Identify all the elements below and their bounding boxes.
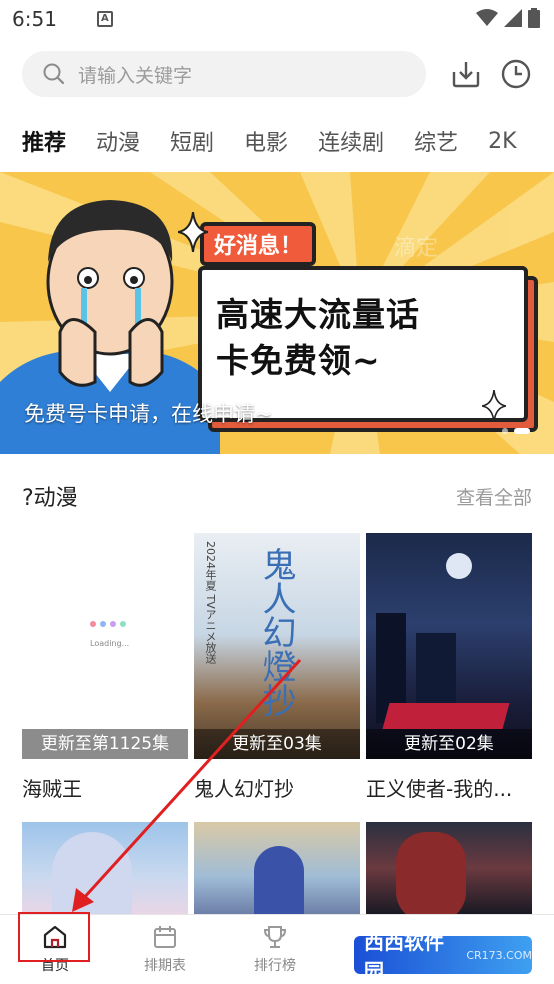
promo-banner[interactable]: 滴定 滴定 高速大流量话 卡免费领~ 好消息！ 免费号卡申请，在线申请~ (0, 172, 554, 454)
character-shape (52, 832, 132, 914)
highlight-box (18, 912, 90, 962)
anime-card[interactable]: 更新至02集 正义使者-我的... (366, 533, 532, 802)
section-header: ?动漫 查看全部 (22, 478, 532, 514)
tab-2k[interactable]: 2K (488, 129, 516, 154)
sparkle-icon-2 (482, 390, 506, 422)
banner-caption: 免费号卡申请，在线申请~ (24, 402, 273, 426)
status-time: 6:51 (12, 7, 57, 31)
notification-icon: A (96, 11, 113, 27)
tab-series[interactable]: 连续剧 (318, 125, 384, 157)
search-input[interactable]: 请输入关键字 (22, 51, 426, 97)
tab-recommend[interactable]: 推荐 (22, 125, 66, 157)
anime-title: 海贼王 (22, 777, 82, 801)
search-placeholder: 请输入关键字 (78, 64, 193, 87)
promo-tag: 好消息！ (200, 222, 317, 266)
poster-sidetext: 2024年夏 TVアニメ放送 (204, 541, 217, 664)
poster-title: 鬼人幻燈抄 (256, 547, 296, 717)
carousel-dot-active (514, 428, 530, 434)
poster-image: Loading... 更新至第1125集 (22, 533, 188, 759)
carousel-indicator (502, 428, 530, 434)
clock-icon (501, 59, 531, 89)
section-title: ?动漫 (22, 486, 78, 511)
promo-headline: 高速大流量话 卡免费领~ (216, 292, 526, 384)
sparkle-icon (178, 212, 208, 252)
calendar-icon (154, 926, 176, 948)
status-icons (476, 8, 540, 28)
anime-card[interactable]: Loading... 更新至第1125集 海贼王 (22, 533, 188, 802)
view-all-link[interactable]: 查看全部 (456, 483, 532, 510)
signal-icon (504, 9, 522, 27)
tab-movie[interactable]: 电影 (244, 125, 288, 157)
tab-anime[interactable]: 动漫 (96, 125, 140, 157)
poster-logo (382, 703, 510, 729)
history-button[interactable] (498, 56, 534, 92)
promo-headline-line1: 高速大流量话 (216, 295, 420, 334)
trophy-icon (263, 926, 287, 948)
character-shape (396, 832, 466, 914)
status-bar: 6:51 A (0, 0, 554, 38)
watermark-logo: 西西软件园 CR173.COM (354, 930, 532, 983)
tab-variety[interactable]: 综艺 (414, 125, 458, 157)
watermark-logo-sub: CR173.COM (466, 948, 532, 962)
update-badge: 更新至03集 (194, 729, 360, 759)
download-button[interactable] (448, 56, 484, 92)
carousel-dot (502, 428, 508, 434)
anime-title: 鬼人幻灯抄 (194, 777, 294, 801)
tab-short-drama[interactable]: 短剧 (170, 125, 214, 157)
battery-icon (528, 8, 540, 28)
anime-card[interactable]: 鬼人幻燈抄 2024年夏 TVアニメ放送 更新至03集 鬼人幻灯抄 (194, 533, 360, 802)
banner-watermark-2: 滴定 (394, 236, 439, 261)
character-shape (254, 846, 304, 914)
update-badge: 更新至02集 (366, 729, 532, 759)
poster-image[interactable] (22, 822, 188, 914)
search-icon (43, 63, 65, 85)
poster-image: 更新至02集 (366, 533, 532, 759)
download-icon (452, 62, 480, 88)
nav-schedule-label: 排期表 (144, 958, 186, 974)
nav-ranking[interactable]: 排行榜 (220, 915, 330, 984)
loading-dots (90, 621, 126, 627)
nav-schedule[interactable]: 排期表 (110, 915, 220, 984)
loading-text: Loading... (90, 639, 130, 648)
search-row: 请输入关键字 (22, 50, 542, 98)
wifi-icon (476, 9, 498, 26)
nav-ranking-label: 排行榜 (254, 958, 296, 974)
update-badge: 更新至第1125集 (22, 729, 188, 759)
promo-headline-line2: 卡免费领~ (216, 341, 381, 380)
moon-shape (446, 553, 472, 579)
watermark-logo-text: 西西软件园 (364, 930, 444, 983)
poster-image: 鬼人幻燈抄 2024年夏 TVアニメ放送 更新至03集 (194, 533, 360, 759)
category-tabs: 推荐 动漫 短剧 电影 连续剧 综艺 2K (0, 118, 554, 164)
poster-image[interactable] (194, 822, 360, 914)
poster-image[interactable] (366, 822, 532, 914)
anime-title: 正义使者-我的... (366, 777, 513, 801)
